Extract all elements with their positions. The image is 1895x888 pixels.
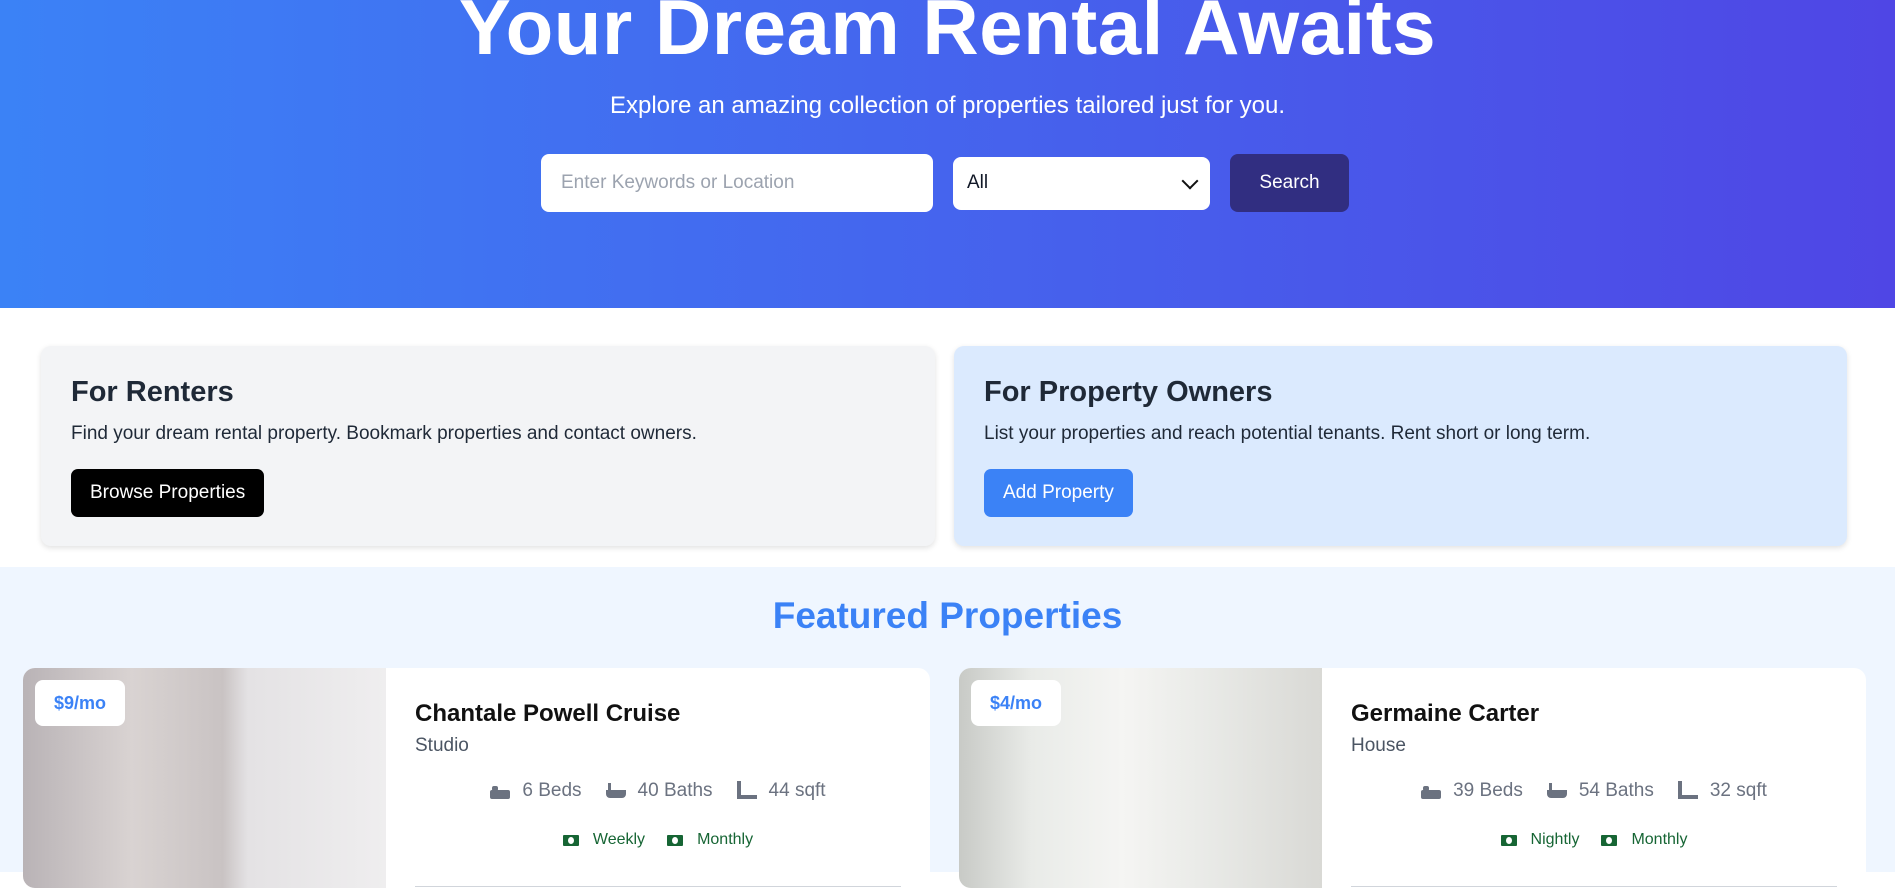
property-type: House [1351, 735, 1406, 756]
money-icon [562, 834, 579, 846]
hero-section: Your Dream Rental Awaits Explore an amaz… [0, 0, 1895, 308]
search-bar: All Search [541, 154, 1349, 212]
renters-card: For Renters Find your dream rental prope… [41, 346, 935, 546]
rate-label: Weekly [592, 831, 646, 848]
sqft-stat: 32 sqft [1677, 780, 1767, 802]
property-details: Chantale Powell Cruise Studio 6 Beds 40 … [386, 668, 930, 888]
money-icon [1601, 834, 1618, 846]
property-image[interactable]: $9/mo [23, 668, 386, 888]
bath-icon [605, 783, 626, 799]
sqft-value: 44 sqft [768, 780, 826, 801]
featured-section: Featured Properties $9/mo Chantale Powel… [0, 567, 1895, 888]
rate-item: Nightly [1500, 831, 1580, 849]
rate-item: Monthly [1601, 831, 1687, 849]
beds-stat: 6 Beds [490, 780, 582, 802]
property-name[interactable]: Chantale Powell Cruise [415, 700, 680, 728]
owners-card-title: For Property Owners [984, 376, 1273, 408]
rate-label: Monthly [697, 831, 754, 848]
price-badge: $9/mo [35, 680, 126, 726]
bath-icon [1546, 783, 1567, 799]
money-icon [1500, 834, 1517, 846]
property-stats: 39 Beds 54 Baths 32 sqft [1322, 780, 1866, 802]
browse-properties-button[interactable]: Browse Properties [71, 469, 265, 517]
rate-item: Weekly [562, 831, 646, 849]
rate-item: Monthly [667, 831, 753, 849]
property-type-select[interactable]: All [953, 156, 1210, 210]
baths-value: 54 Baths [1578, 780, 1654, 801]
beds-stat: 39 Beds [1421, 780, 1523, 802]
property-card[interactable]: $4/mo Germaine Carter House 39 Beds 54 B… [959, 668, 1866, 888]
price-badge: $4/mo [971, 680, 1062, 726]
rate-label: Nightly [1530, 831, 1580, 848]
baths-stat: 40 Baths [605, 780, 713, 802]
featured-title: Featured Properties [772, 595, 1123, 636]
bed-icon [1421, 783, 1442, 799]
hero-subtitle: Explore an amazing collection of propert… [609, 92, 1286, 119]
sqft-stat: 44 sqft [736, 780, 826, 802]
property-type-select-value: All [967, 172, 989, 193]
baths-value: 40 Baths [637, 780, 713, 801]
owners-card-text: List your properties and reach potential… [984, 423, 1591, 444]
rental-rates: Nightly Monthly [1322, 831, 1866, 849]
audience-section: For Renters Find your dream rental prope… [0, 308, 1895, 567]
property-image[interactable]: $4/mo [959, 668, 1322, 888]
property-name[interactable]: Germaine Carter [1351, 700, 1539, 728]
owners-card: For Property Owners List your properties… [954, 346, 1847, 546]
divider [415, 886, 901, 887]
rate-label: Monthly [1631, 831, 1688, 848]
rental-rates: Weekly Monthly [386, 831, 930, 849]
property-details: Germaine Carter House 39 Beds 54 Baths 3… [1322, 668, 1866, 888]
add-property-button[interactable]: Add Property [984, 469, 1133, 517]
beds-value: 6 Beds [522, 780, 582, 801]
search-button[interactable]: Search [1230, 154, 1349, 212]
property-card[interactable]: $9/mo Chantale Powell Cruise Studio 6 Be… [23, 668, 930, 888]
search-input[interactable] [541, 154, 933, 212]
renters-card-title: For Renters [71, 376, 234, 408]
chevron-down-icon [1181, 172, 1199, 189]
hero-title: Your Dream Rental Awaits [458, 0, 1437, 71]
property-stats: 6 Beds 40 Baths 44 sqft [386, 780, 930, 802]
renters-card-text: Find your dream rental property. Bookmar… [71, 423, 697, 444]
property-type: Studio [415, 735, 469, 756]
divider [1351, 886, 1837, 887]
money-icon [667, 834, 684, 846]
ruler-icon [736, 781, 757, 799]
sqft-value: 32 sqft [1709, 780, 1767, 801]
baths-stat: 54 Baths [1546, 780, 1654, 802]
beds-value: 39 Beds [1453, 780, 1523, 801]
bed-icon [490, 783, 511, 799]
ruler-icon [1677, 781, 1698, 799]
